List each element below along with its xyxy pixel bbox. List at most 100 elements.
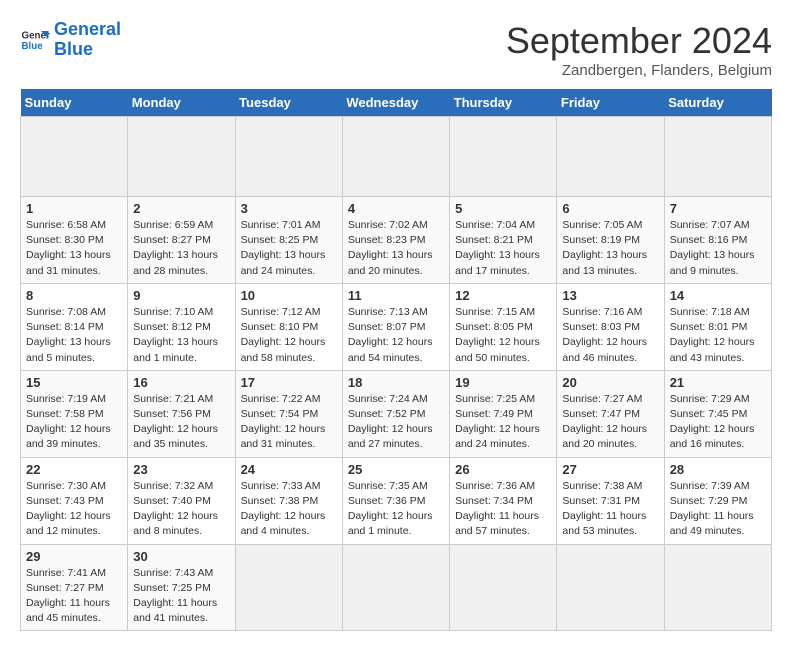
day-info: Sunrise: 7:29 AMSunset: 7:45 PMDaylight:… <box>670 392 766 453</box>
day-info: Sunrise: 7:24 AMSunset: 7:52 PMDaylight:… <box>348 392 444 453</box>
calendar-cell: 24 Sunrise: 7:33 AMSunset: 7:38 PMDayligh… <box>235 457 342 544</box>
day-info: Sunrise: 7:36 AMSunset: 7:34 PMDaylight:… <box>455 479 551 540</box>
calendar-row: 15Sunrise: 7:19 AMSunset: 7:58 PMDayligh… <box>21 370 772 457</box>
day-info: Sunrise: 7:10 AMSunset: 8:12 PMDaylight:… <box>133 305 229 366</box>
day-number: 19 <box>455 375 551 390</box>
month-title: September 2024 <box>506 20 772 62</box>
day-header-monday: Monday <box>128 89 235 117</box>
day-number: 25 <box>348 462 444 477</box>
calendar-cell: 11Sunrise: 7:13 AMSunset: 8:07 PMDayligh… <box>342 283 449 370</box>
day-info: Sunrise: 7:02 AMSunset: 8:23 PMDaylight:… <box>348 218 444 279</box>
day-number: 7 <box>670 201 766 216</box>
calendar-cell <box>128 117 235 197</box>
calendar-cell: 13Sunrise: 7:16 AMSunset: 8:03 PMDayligh… <box>557 283 664 370</box>
day-info: Sunrise: 7:41 AMSunset: 7:27 PMDaylight:… <box>26 566 122 627</box>
day-number: 4 <box>348 201 444 216</box>
day-number: 28 <box>670 462 766 477</box>
svg-text:Blue: Blue <box>22 41 44 52</box>
calendar-cell <box>450 117 557 197</box>
calendar-cell <box>235 117 342 197</box>
calendar-cell: 16 Sunrise: 7:21 AMSunset: 7:56 PMDayligh… <box>128 370 235 457</box>
logo: General Blue General Blue <box>20 20 121 60</box>
calendar-cell <box>342 544 449 631</box>
title-section: September 2024 Zandbergen, Flanders, Bel… <box>506 20 772 79</box>
day-header-sunday: Sunday <box>21 89 128 117</box>
calendar-cell: 25 Sunrise: 7:35 AMSunset: 7:36 PMDayligh… <box>342 457 449 544</box>
day-number: 16 <box>133 375 229 390</box>
day-info: Sunrise: 7:33 AMSunset: 7:38 PMDaylight:… <box>241 479 337 540</box>
day-info: Sunrise: 7:08 AMSunset: 8:14 PMDaylight:… <box>26 305 122 366</box>
calendar-row: 29Sunrise: 7:41 AMSunset: 7:27 PMDayligh… <box>21 544 772 631</box>
calendar-cell: 20Sunrise: 7:27 AMSunset: 7:47 PMDayligh… <box>557 370 664 457</box>
day-number: 26 <box>455 462 551 477</box>
day-number: 24 <box>241 462 337 477</box>
calendar-row: 22 Sunrise: 7:30 AMSunset: 7:43 PMDayligh… <box>21 457 772 544</box>
day-header-wednesday: Wednesday <box>342 89 449 117</box>
day-number: 27 <box>562 462 658 477</box>
calendar-cell <box>664 544 771 631</box>
calendar-cell: 21 Sunrise: 7:29 AMSunset: 7:45 PMDayligh… <box>664 370 771 457</box>
day-info: Sunrise: 7:21 AMSunset: 7:56 PMDaylight:… <box>133 392 229 453</box>
day-info: Sunrise: 7:07 AMSunset: 8:16 PMDaylight:… <box>670 218 766 279</box>
day-info: Sunrise: 7:43 AMSunset: 7:25 PMDaylight:… <box>133 566 229 627</box>
calendar-cell: 7 Sunrise: 7:07 AMSunset: 8:16 PMDaylight… <box>664 197 771 284</box>
calendar-cell: 9 Sunrise: 7:10 AMSunset: 8:12 PMDaylight… <box>128 283 235 370</box>
calendar-cell: 23Sunrise: 7:32 AMSunset: 7:40 PMDayligh… <box>128 457 235 544</box>
calendar-cell: 14 Sunrise: 7:18 AMSunset: 8:01 PMDayligh… <box>664 283 771 370</box>
calendar-cell: 17 Sunrise: 7:22 AMSunset: 7:54 PMDayligh… <box>235 370 342 457</box>
calendar-table: SundayMondayTuesdayWednesdayThursdayFrid… <box>20 89 772 631</box>
day-info: Sunrise: 7:16 AMSunset: 8:03 PMDaylight:… <box>562 305 658 366</box>
day-info: Sunrise: 6:58 AMSunset: 8:30 PMDaylight:… <box>26 218 122 279</box>
calendar-cell: 10Sunrise: 7:12 AMSunset: 8:10 PMDayligh… <box>235 283 342 370</box>
calendar-cell: 15Sunrise: 7:19 AMSunset: 7:58 PMDayligh… <box>21 370 128 457</box>
calendar-cell <box>21 117 128 197</box>
calendar-cell <box>557 117 664 197</box>
day-info: Sunrise: 7:19 AMSunset: 7:58 PMDaylight:… <box>26 392 122 453</box>
calendar-cell: 30 Sunrise: 7:43 AMSunset: 7:25 PMDayligh… <box>128 544 235 631</box>
calendar-cell: 6 Sunrise: 7:05 AMSunset: 8:19 PMDaylight… <box>557 197 664 284</box>
calendar-cell: 29Sunrise: 7:41 AMSunset: 7:27 PMDayligh… <box>21 544 128 631</box>
calendar-cell <box>557 544 664 631</box>
day-info: Sunrise: 7:15 AMSunset: 8:05 PMDaylight:… <box>455 305 551 366</box>
day-number: 5 <box>455 201 551 216</box>
calendar-cell: 12Sunrise: 7:15 AMSunset: 8:05 PMDayligh… <box>450 283 557 370</box>
day-number: 30 <box>133 549 229 564</box>
calendar-cell: 5 Sunrise: 7:04 AMSunset: 8:21 PMDaylight… <box>450 197 557 284</box>
calendar-cell: 18 Sunrise: 7:24 AMSunset: 7:52 PMDayligh… <box>342 370 449 457</box>
calendar-row: 8Sunrise: 7:08 AMSunset: 8:14 PMDaylight… <box>21 283 772 370</box>
calendar-cell: 3Sunrise: 7:01 AMSunset: 8:25 PMDaylight… <box>235 197 342 284</box>
day-number: 17 <box>241 375 337 390</box>
day-info: Sunrise: 7:35 AMSunset: 7:36 PMDaylight:… <box>348 479 444 540</box>
day-number: 11 <box>348 288 444 303</box>
calendar-cell: 1 Sunrise: 6:58 AMSunset: 8:30 PMDaylight… <box>21 197 128 284</box>
day-number: 9 <box>133 288 229 303</box>
day-info: Sunrise: 7:01 AMSunset: 8:25 PMDaylight:… <box>241 218 337 279</box>
header-row: SundayMondayTuesdayWednesdayThursdayFrid… <box>21 89 772 117</box>
calendar-cell: 28Sunrise: 7:39 AMSunset: 7:29 PMDayligh… <box>664 457 771 544</box>
day-info: Sunrise: 7:18 AMSunset: 8:01 PMDaylight:… <box>670 305 766 366</box>
day-number: 6 <box>562 201 658 216</box>
day-info: Sunrise: 7:30 AMSunset: 7:43 PMDaylight:… <box>26 479 122 540</box>
day-info: Sunrise: 7:22 AMSunset: 7:54 PMDaylight:… <box>241 392 337 453</box>
day-number: 18 <box>348 375 444 390</box>
day-info: Sunrise: 7:12 AMSunset: 8:10 PMDaylight:… <box>241 305 337 366</box>
calendar-cell <box>235 544 342 631</box>
day-number: 22 <box>26 462 122 477</box>
logo-icon: General Blue <box>20 25 50 55</box>
calendar-cell: 2Sunrise: 6:59 AMSunset: 8:27 PMDaylight… <box>128 197 235 284</box>
day-header-friday: Friday <box>557 89 664 117</box>
calendar-cell: 8Sunrise: 7:08 AMSunset: 8:14 PMDaylight… <box>21 283 128 370</box>
header: General Blue General Blue September 2024… <box>20 20 772 79</box>
logo-text: General Blue <box>54 20 121 60</box>
day-header-tuesday: Tuesday <box>235 89 342 117</box>
day-info: Sunrise: 7:04 AMSunset: 8:21 PMDaylight:… <box>455 218 551 279</box>
day-number: 20 <box>562 375 658 390</box>
calendar-cell <box>450 544 557 631</box>
calendar-cell: 26 Sunrise: 7:36 AMSunset: 7:34 PMDayligh… <box>450 457 557 544</box>
calendar-cell: 27Sunrise: 7:38 AMSunset: 7:31 PMDayligh… <box>557 457 664 544</box>
day-number: 21 <box>670 375 766 390</box>
day-info: Sunrise: 7:25 AMSunset: 7:49 PMDaylight:… <box>455 392 551 453</box>
day-number: 14 <box>670 288 766 303</box>
day-number: 1 <box>26 201 122 216</box>
day-info: Sunrise: 7:05 AMSunset: 8:19 PMDaylight:… <box>562 218 658 279</box>
